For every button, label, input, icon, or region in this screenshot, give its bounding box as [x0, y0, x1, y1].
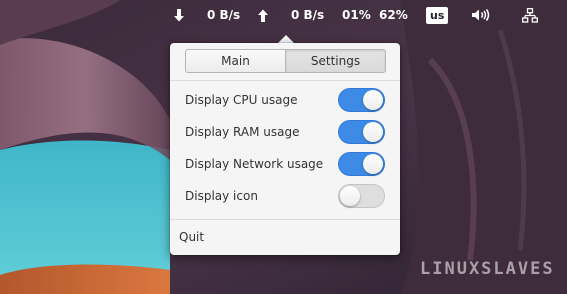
setting-row-network: Display Network usage	[170, 148, 400, 180]
toggle-display-cpu[interactable]	[338, 88, 385, 112]
setting-label-ram: Display RAM usage	[185, 125, 300, 139]
setting-label-cpu: Display CPU usage	[185, 93, 298, 107]
toggle-display-icon[interactable]	[338, 184, 385, 208]
setting-row-cpu: Display CPU usage	[170, 84, 400, 116]
watermark-text: LINUXSLAVES	[420, 259, 555, 279]
tab-switcher: Main Settings	[185, 49, 386, 73]
top-panel: 0 B/s 0 B/s 01% 62% us	[0, 0, 567, 30]
upload-speed[interactable]: 0 B/s	[291, 0, 324, 30]
network-wired-icon[interactable]	[522, 0, 538, 30]
toggle-knob	[363, 154, 383, 174]
system-monitor-popover: Main Settings Display CPU usage Display …	[170, 43, 400, 255]
setting-label-network: Display Network usage	[185, 157, 324, 171]
setting-row-icon: Display icon	[170, 180, 400, 212]
toggle-knob	[340, 186, 360, 206]
setting-row-ram: Display RAM usage	[170, 116, 400, 148]
speaker-volume-icon[interactable]	[471, 0, 491, 30]
setting-label-icon: Display icon	[185, 189, 258, 203]
popover-pointer	[278, 35, 294, 43]
ram-usage[interactable]: 62%	[379, 0, 408, 30]
tab-settings[interactable]: Settings	[285, 50, 385, 72]
keyboard-layout-label: us	[426, 6, 449, 24]
toggle-knob	[363, 122, 383, 142]
quit-menu-item[interactable]: Quit	[179, 230, 204, 244]
divider	[170, 219, 400, 220]
arrow-down-icon	[173, 0, 185, 30]
toggle-knob	[363, 90, 383, 110]
keyboard-layout-indicator[interactable]: us	[426, 0, 449, 30]
arrow-up-icon	[257, 0, 269, 30]
divider	[170, 80, 400, 81]
cpu-usage[interactable]: 01%	[342, 0, 371, 30]
tab-main[interactable]: Main	[186, 50, 285, 72]
download-speed[interactable]: 0 B/s	[207, 0, 240, 30]
toggle-display-network[interactable]	[338, 152, 385, 176]
toggle-display-ram[interactable]	[338, 120, 385, 144]
